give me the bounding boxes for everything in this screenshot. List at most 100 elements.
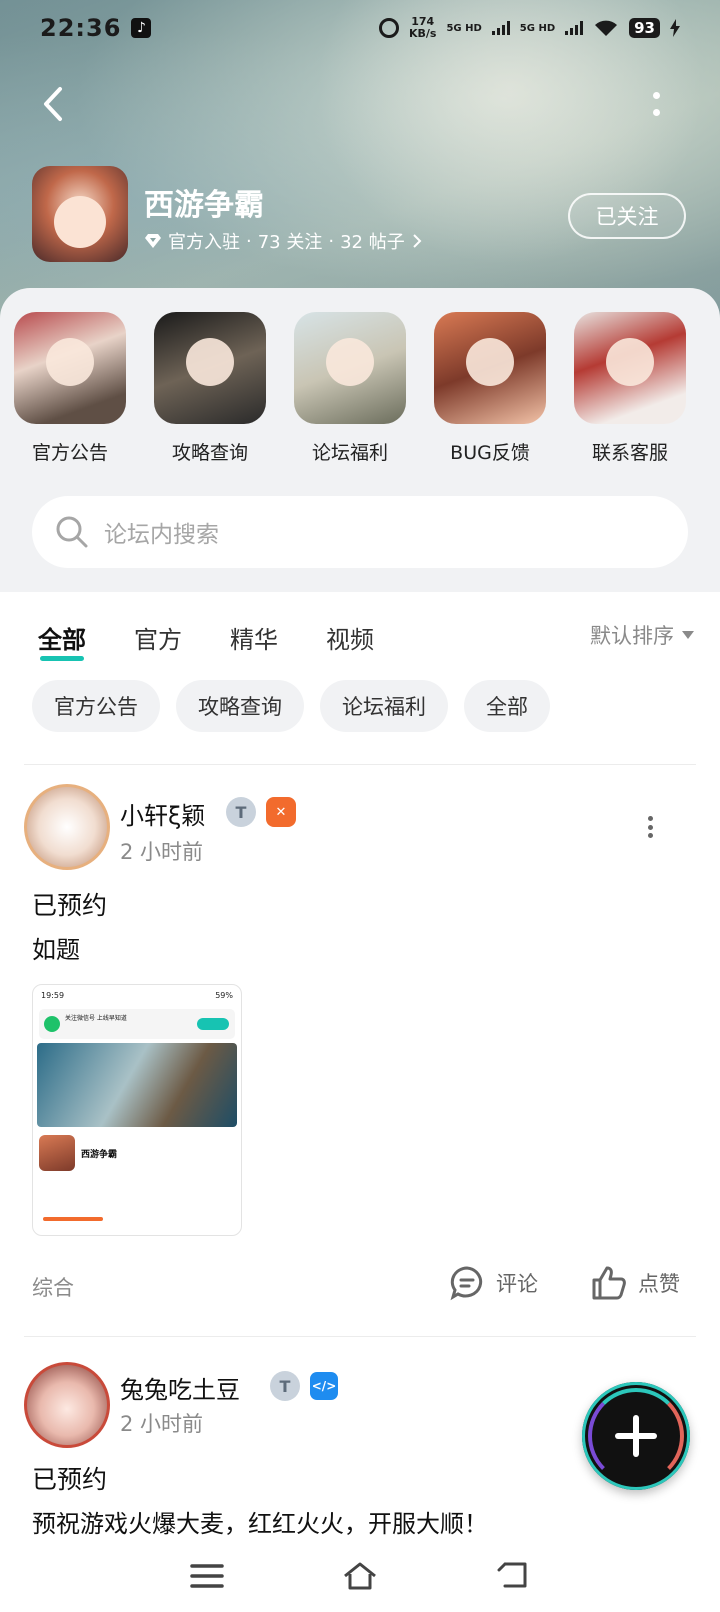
post-body[interactable]: 如题 bbox=[32, 930, 80, 965]
screenshot-game-name: 西游争霸 bbox=[81, 1149, 118, 1160]
like-label: 点赞 bbox=[638, 1272, 680, 1296]
dot-icon bbox=[648, 816, 653, 821]
shortcut-benefits[interactable]: 论坛福利 bbox=[280, 312, 420, 465]
divider bbox=[24, 764, 696, 765]
game-avatar bbox=[32, 166, 128, 262]
gamer-badge-icon: ✕ bbox=[266, 797, 296, 827]
chip-announcements[interactable]: 官方公告 bbox=[32, 680, 160, 732]
chip-benefits[interactable]: 论坛福利 bbox=[320, 680, 448, 732]
comment-icon bbox=[450, 1266, 483, 1301]
meta-official: 官方入驻 bbox=[168, 232, 240, 253]
divider bbox=[24, 1336, 696, 1337]
shortcut-label: 攻略查询 bbox=[171, 442, 248, 464]
back-icon[interactable] bbox=[495, 1560, 531, 1592]
shortcut-guides[interactable]: 攻略查询 bbox=[140, 312, 280, 465]
signal-icon bbox=[491, 21, 510, 35]
shortcut-thumbnail bbox=[154, 312, 266, 424]
post-title[interactable]: 已预约 bbox=[32, 1460, 107, 1496]
follow-button[interactable]: 已关注 bbox=[568, 193, 686, 239]
post-category[interactable]: 综合 bbox=[32, 1272, 74, 1302]
alarm-icon bbox=[378, 18, 399, 38]
post-body[interactable]: 预祝游戏火爆大麦，红红火火，开服大顺！ bbox=[32, 1504, 488, 1539]
screenshot-tab-indicator bbox=[43, 1217, 103, 1221]
chip-all[interactable]: 全部 bbox=[464, 680, 550, 732]
post-username[interactable]: 兔兔吃土豆 bbox=[120, 1370, 240, 1405]
post-title[interactable]: 已预约 bbox=[32, 886, 107, 922]
shortcut-support[interactable]: 联系客服 bbox=[560, 312, 700, 465]
more-options-button[interactable] bbox=[652, 92, 660, 116]
like-button[interactable]: 点赞 bbox=[590, 1264, 680, 1302]
menu-icon[interactable] bbox=[189, 1560, 225, 1592]
search-input[interactable]: 论坛内搜索 bbox=[32, 496, 688, 568]
home-icon[interactable] bbox=[342, 1560, 378, 1592]
dot-icon bbox=[648, 833, 653, 838]
system-nav-bar bbox=[0, 1540, 720, 1612]
shortcut-label: 联系客服 bbox=[591, 442, 668, 464]
post-time: 2 小时前 bbox=[120, 840, 204, 864]
network-speed-unit: KB/s bbox=[408, 27, 437, 40]
chevron-left-icon bbox=[44, 87, 62, 121]
shortcut-announcements[interactable]: 官方公告 bbox=[0, 312, 140, 465]
signal-icon bbox=[565, 21, 584, 35]
battery-indicator: 93 bbox=[629, 18, 660, 38]
chip-guides[interactable]: 攻略查询 bbox=[176, 680, 304, 732]
tiktok-icon: ♪ bbox=[131, 18, 152, 38]
search-placeholder: 论坛内搜索 bbox=[104, 522, 219, 548]
avatar[interactable] bbox=[24, 784, 110, 870]
game-meta[interactable]: 官方入驻 · 73 关注 · 32 帖子 bbox=[144, 228, 423, 254]
screenshot-banner bbox=[37, 1043, 237, 1127]
comment-button[interactable]: 评论 bbox=[448, 1264, 538, 1302]
screenshot-status-bar: 19:59 59% bbox=[33, 985, 241, 1005]
developer-badge-icon: </> bbox=[310, 1372, 338, 1400]
screenshot-time: 19:59 bbox=[41, 991, 65, 1000]
wifi-icon bbox=[595, 20, 618, 36]
screenshot-notice-text: 关注微信号 上线早知道 bbox=[65, 1015, 127, 1022]
screenshot-battery: 59% bbox=[215, 991, 233, 1000]
shortcut-label: 论坛福利 bbox=[311, 442, 388, 464]
screenshot-game-icon bbox=[39, 1135, 75, 1171]
meta-separator: · bbox=[328, 230, 335, 252]
avatar[interactable] bbox=[24, 1362, 110, 1448]
chevron-right-icon bbox=[413, 234, 422, 248]
level-badge-icon: T bbox=[226, 797, 256, 827]
dot-icon bbox=[648, 824, 653, 830]
diamond-icon bbox=[145, 234, 161, 248]
dot-icon bbox=[652, 109, 660, 116]
tab-official[interactable]: 官方 bbox=[134, 620, 182, 655]
status-bar: 22:36 ♪ 174 KB/s 5G HD 5G HD 93 bbox=[0, 0, 720, 56]
meta-posts: 32 帖子 bbox=[340, 232, 405, 253]
sim2-label: 5G HD bbox=[519, 22, 556, 34]
dot-icon bbox=[652, 92, 660, 99]
tab-all[interactable]: 全部 bbox=[38, 620, 86, 661]
post-username[interactable]: 小轩ξ颖 bbox=[120, 796, 205, 831]
meta-follows: 73 关注 bbox=[257, 232, 323, 253]
shortcut-label: 官方公告 bbox=[31, 442, 108, 464]
caret-down-icon bbox=[682, 631, 694, 639]
charging-icon bbox=[670, 19, 680, 37]
new-post-button[interactable] bbox=[582, 1382, 690, 1490]
tab-featured[interactable]: 精华 bbox=[230, 620, 278, 655]
comment-label: 评论 bbox=[496, 1272, 538, 1296]
tab-video[interactable]: 视频 bbox=[326, 620, 374, 655]
status-indicators: 174 KB/s 5G HD 5G HD 93 bbox=[378, 16, 680, 40]
shortcut-row: 官方公告 攻略查询 论坛福利 BUG反馈 联系客服 bbox=[0, 312, 720, 465]
level-badge-icon: T bbox=[270, 1371, 300, 1401]
shortcut-thumbnail bbox=[434, 312, 546, 424]
network-speed: 174 KB/s bbox=[409, 16, 436, 40]
game-title: 西游争霸 bbox=[144, 188, 264, 223]
meta-separator: · bbox=[246, 230, 252, 252]
status-time: 22:36 bbox=[40, 14, 122, 42]
post-time: 2 小时前 bbox=[120, 1412, 204, 1436]
post-image[interactable]: 19:59 59% 关注微信号 上线早知道 去关注 西游争霸 bbox=[32, 984, 242, 1236]
shortcut-label: BUG反馈 bbox=[450, 442, 530, 464]
thumbs-up-icon bbox=[592, 1266, 626, 1300]
shortcut-bug-report[interactable]: BUG反馈 bbox=[420, 312, 560, 465]
plus-icon bbox=[615, 1415, 657, 1457]
sort-label: 默认排序 bbox=[590, 624, 674, 648]
screenshot-game-row: 西游争霸 bbox=[33, 1129, 241, 1177]
post-more-button[interactable] bbox=[648, 816, 654, 838]
sort-dropdown[interactable]: 默认排序 bbox=[590, 620, 694, 650]
screenshot-notice-button: 去关注 bbox=[207, 1021, 226, 1028]
back-button[interactable] bbox=[38, 86, 68, 121]
shortcut-thumbnail bbox=[14, 312, 126, 424]
